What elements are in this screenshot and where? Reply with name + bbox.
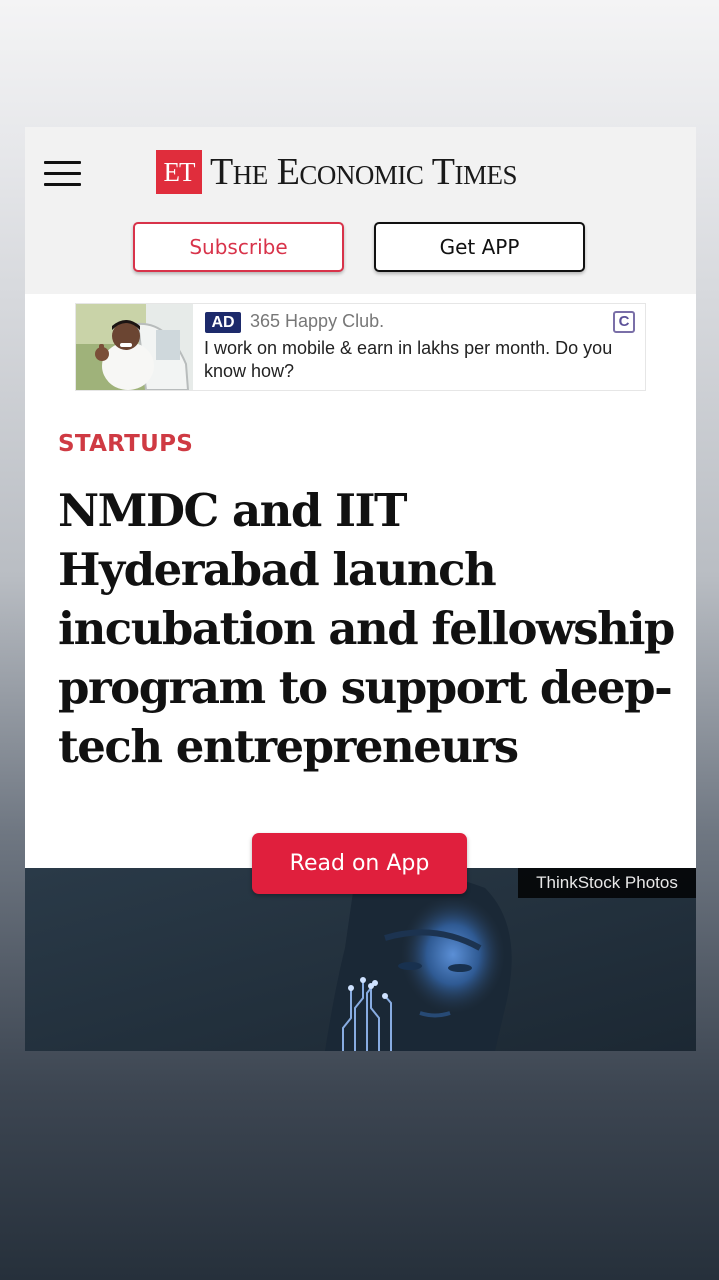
article-page: ET The Economic Times Subscribe Get APP … [25, 127, 696, 1051]
site-logo[interactable]: ET The Economic Times [156, 150, 517, 194]
ad-text: I work on mobile & earn in lakhs per mon… [204, 338, 613, 381]
site-header: ET The Economic Times Subscribe Get APP [25, 127, 696, 294]
ad-image [76, 304, 193, 390]
ad-badge: AD [205, 312, 241, 333]
ad-banner[interactable]: AD 365 Happy Club. I work on mobile & ea… [75, 303, 646, 391]
subscribe-button[interactable]: Subscribe [133, 222, 344, 272]
section-label[interactable]: STARTUPS [58, 431, 193, 457]
article-headline: NMDC and IIT Hyderabad launch incubation… [58, 484, 675, 773]
logo-name: The Economic Times [210, 151, 517, 193]
logo-mark: ET [156, 150, 202, 194]
article-hero-image: ThinkStock Photos [25, 868, 696, 1051]
get-app-button[interactable]: Get APP [374, 222, 585, 272]
hamburger-menu-icon[interactable] [44, 161, 81, 187]
menu-line [44, 161, 81, 164]
menu-line [44, 172, 81, 175]
ad-choices-icon[interactable]: C [613, 311, 635, 333]
ad-source: 365 Happy Club. [250, 311, 385, 331]
image-credit: ThinkStock Photos [518, 868, 696, 898]
menu-line [44, 183, 81, 186]
read-on-app-button[interactable]: Read on App [252, 833, 467, 894]
